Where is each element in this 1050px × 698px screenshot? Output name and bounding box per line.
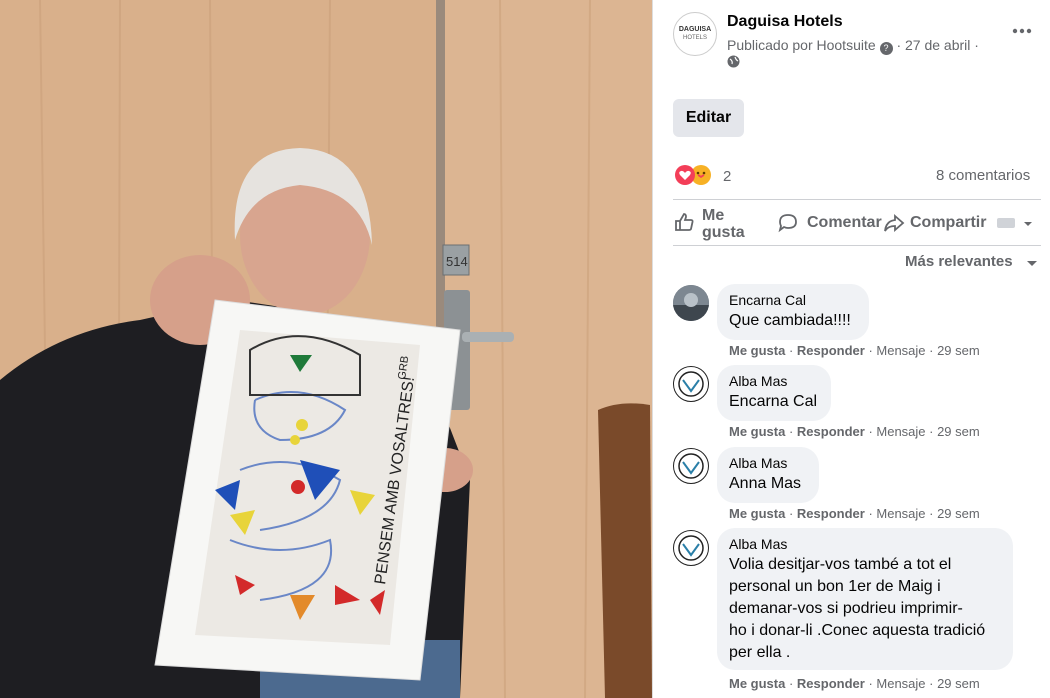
comment-author[interactable]: Alba Mas [729, 536, 1001, 552]
share-label: Compartir [910, 214, 987, 231]
comment-text-line: per ella . [729, 644, 791, 661]
sort-dropdown[interactable]: Más relevantes [905, 253, 1045, 275]
comment-meta: · Mensaje · 29 sem [868, 506, 980, 521]
post-date[interactable]: 27 de abril [905, 37, 970, 53]
comment-button[interactable]: Comentar [777, 207, 885, 237]
divider [673, 245, 1041, 246]
post-photo[interactable]: 514 PENSEM AMB VOSALTRES! GRB [0, 0, 652, 698]
divider [673, 199, 1041, 200]
meta-dot: · [896, 37, 902, 53]
comment-bubble: Alba Mas Anna Mas [717, 447, 819, 503]
comment-like-link[interactable]: Me gusta [729, 676, 785, 691]
edit-button[interactable]: Editar [673, 99, 744, 137]
comment-reply-link[interactable]: Responder [797, 506, 865, 521]
globe-icon [727, 55, 740, 68]
comment-meta: · Mensaje · 29 sem [868, 343, 980, 358]
thumbs-up-icon [675, 213, 694, 231]
comment-text-line: Volia desitjar-vos també a tot el [729, 556, 952, 573]
comment-like-link[interactable]: Me gusta [729, 343, 785, 358]
comment-reply-link[interactable]: Responder [797, 424, 865, 439]
comment-reply-link[interactable]: Responder [797, 676, 865, 691]
help-icon[interactable]: ? [879, 42, 893, 55]
meta-dot: · [974, 37, 979, 53]
like-button[interactable]: Me gusta [673, 207, 768, 243]
chevron-down-icon [1024, 222, 1032, 226]
photo-illustration: 514 PENSEM AMB VOSALTRES! GRB [0, 0, 652, 698]
comment-like-link[interactable]: Me gusta [729, 506, 785, 521]
comment-bubble: Alba Mas Volia desitjar-vos també a tot … [717, 528, 1013, 670]
comment-bubble: Alba Mas Encarna Cal [717, 365, 831, 421]
comment-like-link[interactable]: Me gusta [729, 424, 785, 439]
comment-bubble: Encarna Cal Que cambiada!!!! [717, 284, 869, 340]
like-label: Me gusta [702, 207, 745, 241]
share-button[interactable]: Compartir [883, 207, 1043, 237]
commenter-avatar[interactable] [673, 448, 709, 484]
commenter-avatar[interactable] [673, 285, 709, 321]
page-avatar[interactable]: DAGUISA HOTELS [673, 12, 717, 56]
share-icon [884, 214, 905, 232]
comment-actions: Me gusta · Responder · Mensaje · 29 sem [729, 676, 980, 691]
comment-author[interactable]: Alba Mas [729, 455, 807, 471]
reaction-count[interactable]: 2 [723, 168, 731, 185]
chevron-down-icon [1027, 261, 1037, 266]
comment-actions: Me gusta · Responder · Mensaje · 29 sem [729, 506, 980, 521]
published-by[interactable]: Publicado por Hootsuite [727, 37, 876, 53]
page-name[interactable]: Daguisa Hotels [727, 13, 843, 31]
comment-meta: · Mensaje · 29 sem [868, 424, 980, 439]
commenter-avatar[interactable] [673, 366, 709, 402]
comment-reply-link[interactable]: Responder [797, 343, 865, 358]
comment-label: Comentar [807, 214, 882, 231]
audience-avatar-icon [997, 218, 1015, 228]
comment-count[interactable]: 8 comentarios [936, 167, 1030, 184]
comment-actions: Me gusta · Responder · Mensaje · 29 sem [729, 424, 980, 439]
love-reaction-icon [675, 165, 695, 185]
comment-text: Que cambiada!!!! [729, 312, 851, 329]
comment-mention[interactable]: Anna Mas [729, 473, 807, 495]
post-panel: DAGUISA HOTELS Daguisa Hotels Publicado … [652, 0, 1050, 698]
comment-text-line: ho i donar-li .Conec aquesta tradició [729, 622, 986, 639]
avatar-logo-text: DAGUISA [678, 26, 712, 33]
comment-author[interactable]: Alba Mas [729, 373, 819, 389]
comment-text-line: personal un bon 1er de Maig i [729, 578, 941, 595]
comment-text-line: demanar-vos si podrieu imprimir- [729, 600, 963, 617]
comment-author[interactable]: Encarna Cal [729, 292, 857, 308]
more-options-icon[interactable] [1011, 24, 1033, 36]
comment-actions: Me gusta · Responder · Mensaje · 29 sem [729, 343, 980, 358]
comment-meta: · Mensaje · 29 sem [868, 676, 980, 691]
avatar-logo-subtext: HOTELS [682, 35, 707, 41]
comment-icon [778, 214, 797, 233]
commenter-avatar[interactable] [673, 530, 709, 566]
sort-label: Más relevantes [905, 253, 1013, 270]
door-sign-number: 514 [446, 254, 468, 269]
post-meta: Publicado por Hootsuite ? · 27 de abril … [727, 37, 979, 55]
comment-mention[interactable]: Encarna Cal [729, 391, 819, 413]
